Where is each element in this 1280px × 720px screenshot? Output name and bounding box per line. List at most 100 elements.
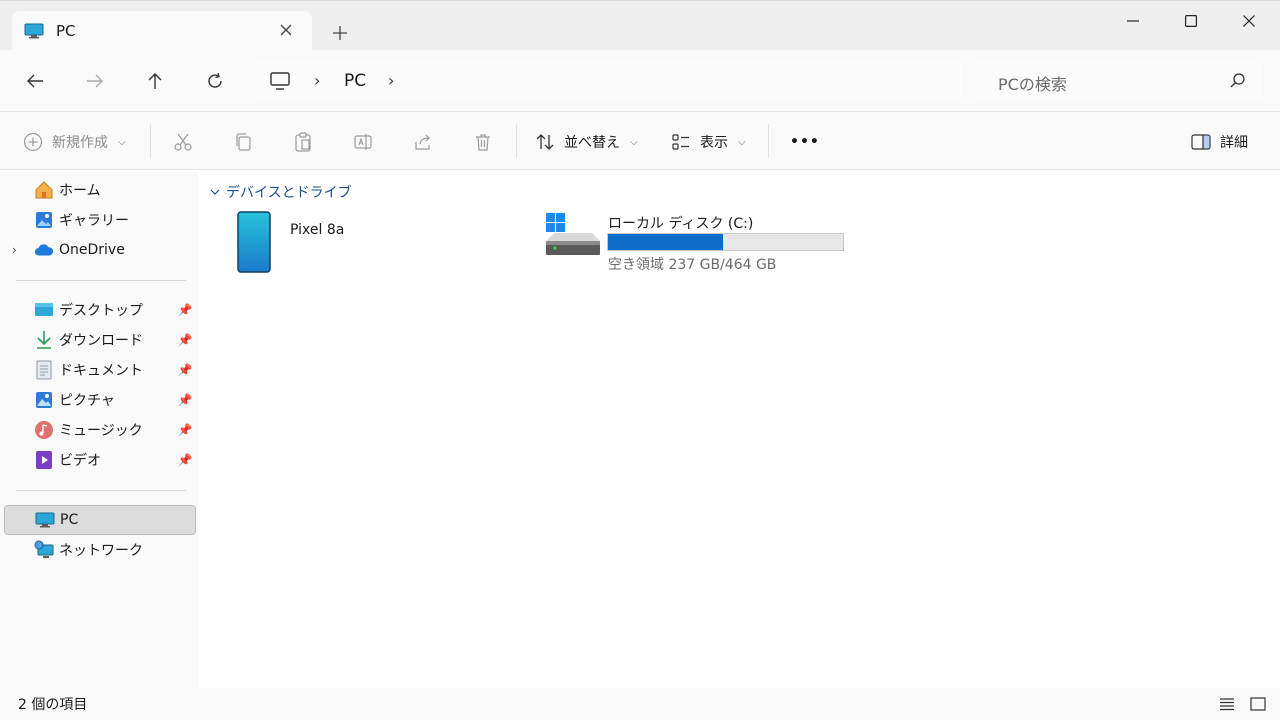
chevron-right-icon[interactable]: › bbox=[12, 243, 17, 257]
search-icon bbox=[1230, 72, 1248, 90]
content-area: デバイスとドライブ Pixel 8a ローカル ディスク (C:) 空き領域 2… bbox=[200, 171, 1280, 688]
document-icon bbox=[34, 360, 54, 380]
details-view-icon[interactable] bbox=[1218, 695, 1236, 713]
up-arrow-icon[interactable] bbox=[140, 66, 170, 96]
monitor-icon bbox=[270, 72, 290, 90]
drive-usage-bar bbox=[607, 233, 844, 251]
copy-button[interactable] bbox=[232, 128, 254, 156]
share-icon bbox=[412, 131, 434, 153]
breadcrumb-pc[interactable]: PC bbox=[344, 71, 366, 91]
navigation-bar: › PC › PCの検索 bbox=[0, 50, 1280, 112]
forward-arrow-icon[interactable] bbox=[80, 66, 110, 96]
gallery-icon bbox=[34, 210, 54, 230]
pc-icon bbox=[24, 23, 44, 39]
back-arrow-icon[interactable] bbox=[20, 66, 50, 96]
sidebar-item-onedrive[interactable]: › OneDrive bbox=[4, 236, 196, 264]
plus-circle-icon bbox=[22, 131, 44, 153]
minimize-icon[interactable] bbox=[1104, 1, 1162, 41]
pin-icon[interactable]: 📌 bbox=[178, 453, 193, 467]
chevron-down-icon bbox=[210, 184, 220, 200]
chevron-down-icon: ⌵ bbox=[630, 136, 638, 148]
trash-icon bbox=[472, 131, 494, 153]
tab-title: PC bbox=[56, 22, 76, 40]
chevron-right-icon[interactable]: › bbox=[388, 71, 394, 90]
sort-arrows-icon bbox=[534, 131, 556, 153]
drive-name: ローカル ディスク (C:) bbox=[608, 216, 754, 232]
network-icon bbox=[34, 540, 54, 560]
status-bar: 2 個の項目 bbox=[0, 688, 1280, 720]
view-button[interactable]: 表示 ⌵ bbox=[670, 128, 746, 156]
pin-icon[interactable]: 📌 bbox=[178, 423, 193, 437]
pc-icon bbox=[35, 510, 55, 530]
new-button[interactable]: 新規作成 ⌵ bbox=[22, 128, 126, 156]
paste-button[interactable] bbox=[292, 128, 314, 156]
sidebar-item-pictures[interactable]: ピクチャ 📌 bbox=[4, 386, 196, 414]
close-icon[interactable] bbox=[276, 20, 296, 40]
delete-button[interactable] bbox=[472, 128, 494, 156]
sort-label: 並べ替え bbox=[564, 135, 620, 151]
group-header[interactable]: デバイスとドライブ bbox=[210, 182, 352, 202]
group-title: デバイスとドライブ bbox=[226, 185, 352, 201]
clipboard-icon bbox=[292, 131, 314, 153]
sidebar-item-network[interactable]: ネットワーク bbox=[4, 536, 196, 564]
title-bar: PC bbox=[0, 0, 1280, 51]
item-count: 2 個の項目 bbox=[18, 697, 88, 713]
sidebar-item-videos[interactable]: ビデオ 📌 bbox=[4, 446, 196, 474]
new-tab-button[interactable] bbox=[328, 21, 352, 45]
chevron-down-icon: ⌵ bbox=[118, 136, 126, 148]
new-label: 新規作成 bbox=[52, 135, 108, 151]
tab-pc[interactable]: PC bbox=[12, 11, 312, 51]
more-options-button[interactable]: ••• bbox=[790, 128, 820, 156]
download-icon bbox=[34, 330, 54, 350]
close-icon[interactable] bbox=[1220, 1, 1278, 41]
navigation-pane: ホーム ギャラリー › OneDrive デスクトップ 📌 ダウンロード 📌 ド… bbox=[0, 171, 198, 688]
sidebar-item-gallery[interactable]: ギャラリー bbox=[4, 206, 196, 234]
drive-free-space: 空き領域 237 GB/464 GB bbox=[608, 257, 777, 273]
address-bar[interactable]: › PC › bbox=[256, 62, 962, 100]
windows-drive-icon bbox=[544, 211, 600, 265]
divider bbox=[768, 124, 769, 158]
details-label: 詳細 bbox=[1220, 135, 1248, 151]
pin-icon[interactable]: 📌 bbox=[178, 303, 193, 317]
tiles-view-icon[interactable] bbox=[1249, 695, 1267, 713]
copy-icon bbox=[232, 131, 254, 153]
music-icon bbox=[34, 420, 54, 440]
share-button[interactable] bbox=[412, 128, 434, 156]
view-list-icon bbox=[670, 131, 692, 153]
details-pane-button[interactable]: 詳細 bbox=[1190, 128, 1248, 156]
divider bbox=[16, 280, 186, 281]
phone-icon bbox=[236, 211, 272, 277]
rename-icon bbox=[352, 131, 374, 153]
sort-button[interactable]: 並べ替え ⌵ bbox=[534, 128, 638, 156]
rename-button[interactable] bbox=[352, 128, 374, 156]
drive-usage-fill bbox=[608, 234, 723, 250]
divider bbox=[516, 124, 517, 158]
sidebar-item-home[interactable]: ホーム bbox=[4, 176, 196, 204]
sidebar-item-pc[interactable]: PC bbox=[4, 505, 196, 535]
pin-icon[interactable]: 📌 bbox=[178, 333, 193, 347]
scissors-icon bbox=[172, 131, 194, 153]
divider bbox=[16, 490, 186, 491]
device-name: Pixel 8a bbox=[290, 222, 345, 238]
device-pixel-8a[interactable]: Pixel 8a bbox=[236, 211, 516, 275]
sidebar-item-desktop[interactable]: デスクトップ 📌 bbox=[4, 296, 196, 324]
cut-button[interactable] bbox=[172, 128, 194, 156]
sidebar-item-documents[interactable]: ドキュメント 📌 bbox=[4, 356, 196, 384]
view-label: 表示 bbox=[700, 135, 728, 151]
home-icon bbox=[34, 180, 54, 200]
pin-icon[interactable]: 📌 bbox=[178, 363, 193, 377]
command-bar: 新規作成 ⌵ 並べ替え ⌵ 表示 ⌵ ••• 詳細 bbox=[0, 112, 1280, 170]
search-box[interactable]: PCの検索 bbox=[976, 62, 1262, 100]
onedrive-cloud-icon bbox=[34, 240, 54, 260]
sidebar-item-downloads[interactable]: ダウンロード 📌 bbox=[4, 326, 196, 354]
sidebar-item-music[interactable]: ミュージック 📌 bbox=[4, 416, 196, 444]
divider bbox=[150, 124, 151, 158]
refresh-icon[interactable] bbox=[200, 66, 230, 96]
pin-icon[interactable]: 📌 bbox=[178, 393, 193, 407]
maximize-icon[interactable] bbox=[1162, 1, 1220, 41]
pictures-icon bbox=[34, 390, 54, 410]
search-input[interactable]: PCの検索 bbox=[998, 71, 1067, 95]
chevron-right-icon[interactable]: › bbox=[314, 71, 320, 90]
chevron-down-icon: ⌵ bbox=[738, 136, 746, 148]
more-icon: ••• bbox=[790, 134, 820, 150]
